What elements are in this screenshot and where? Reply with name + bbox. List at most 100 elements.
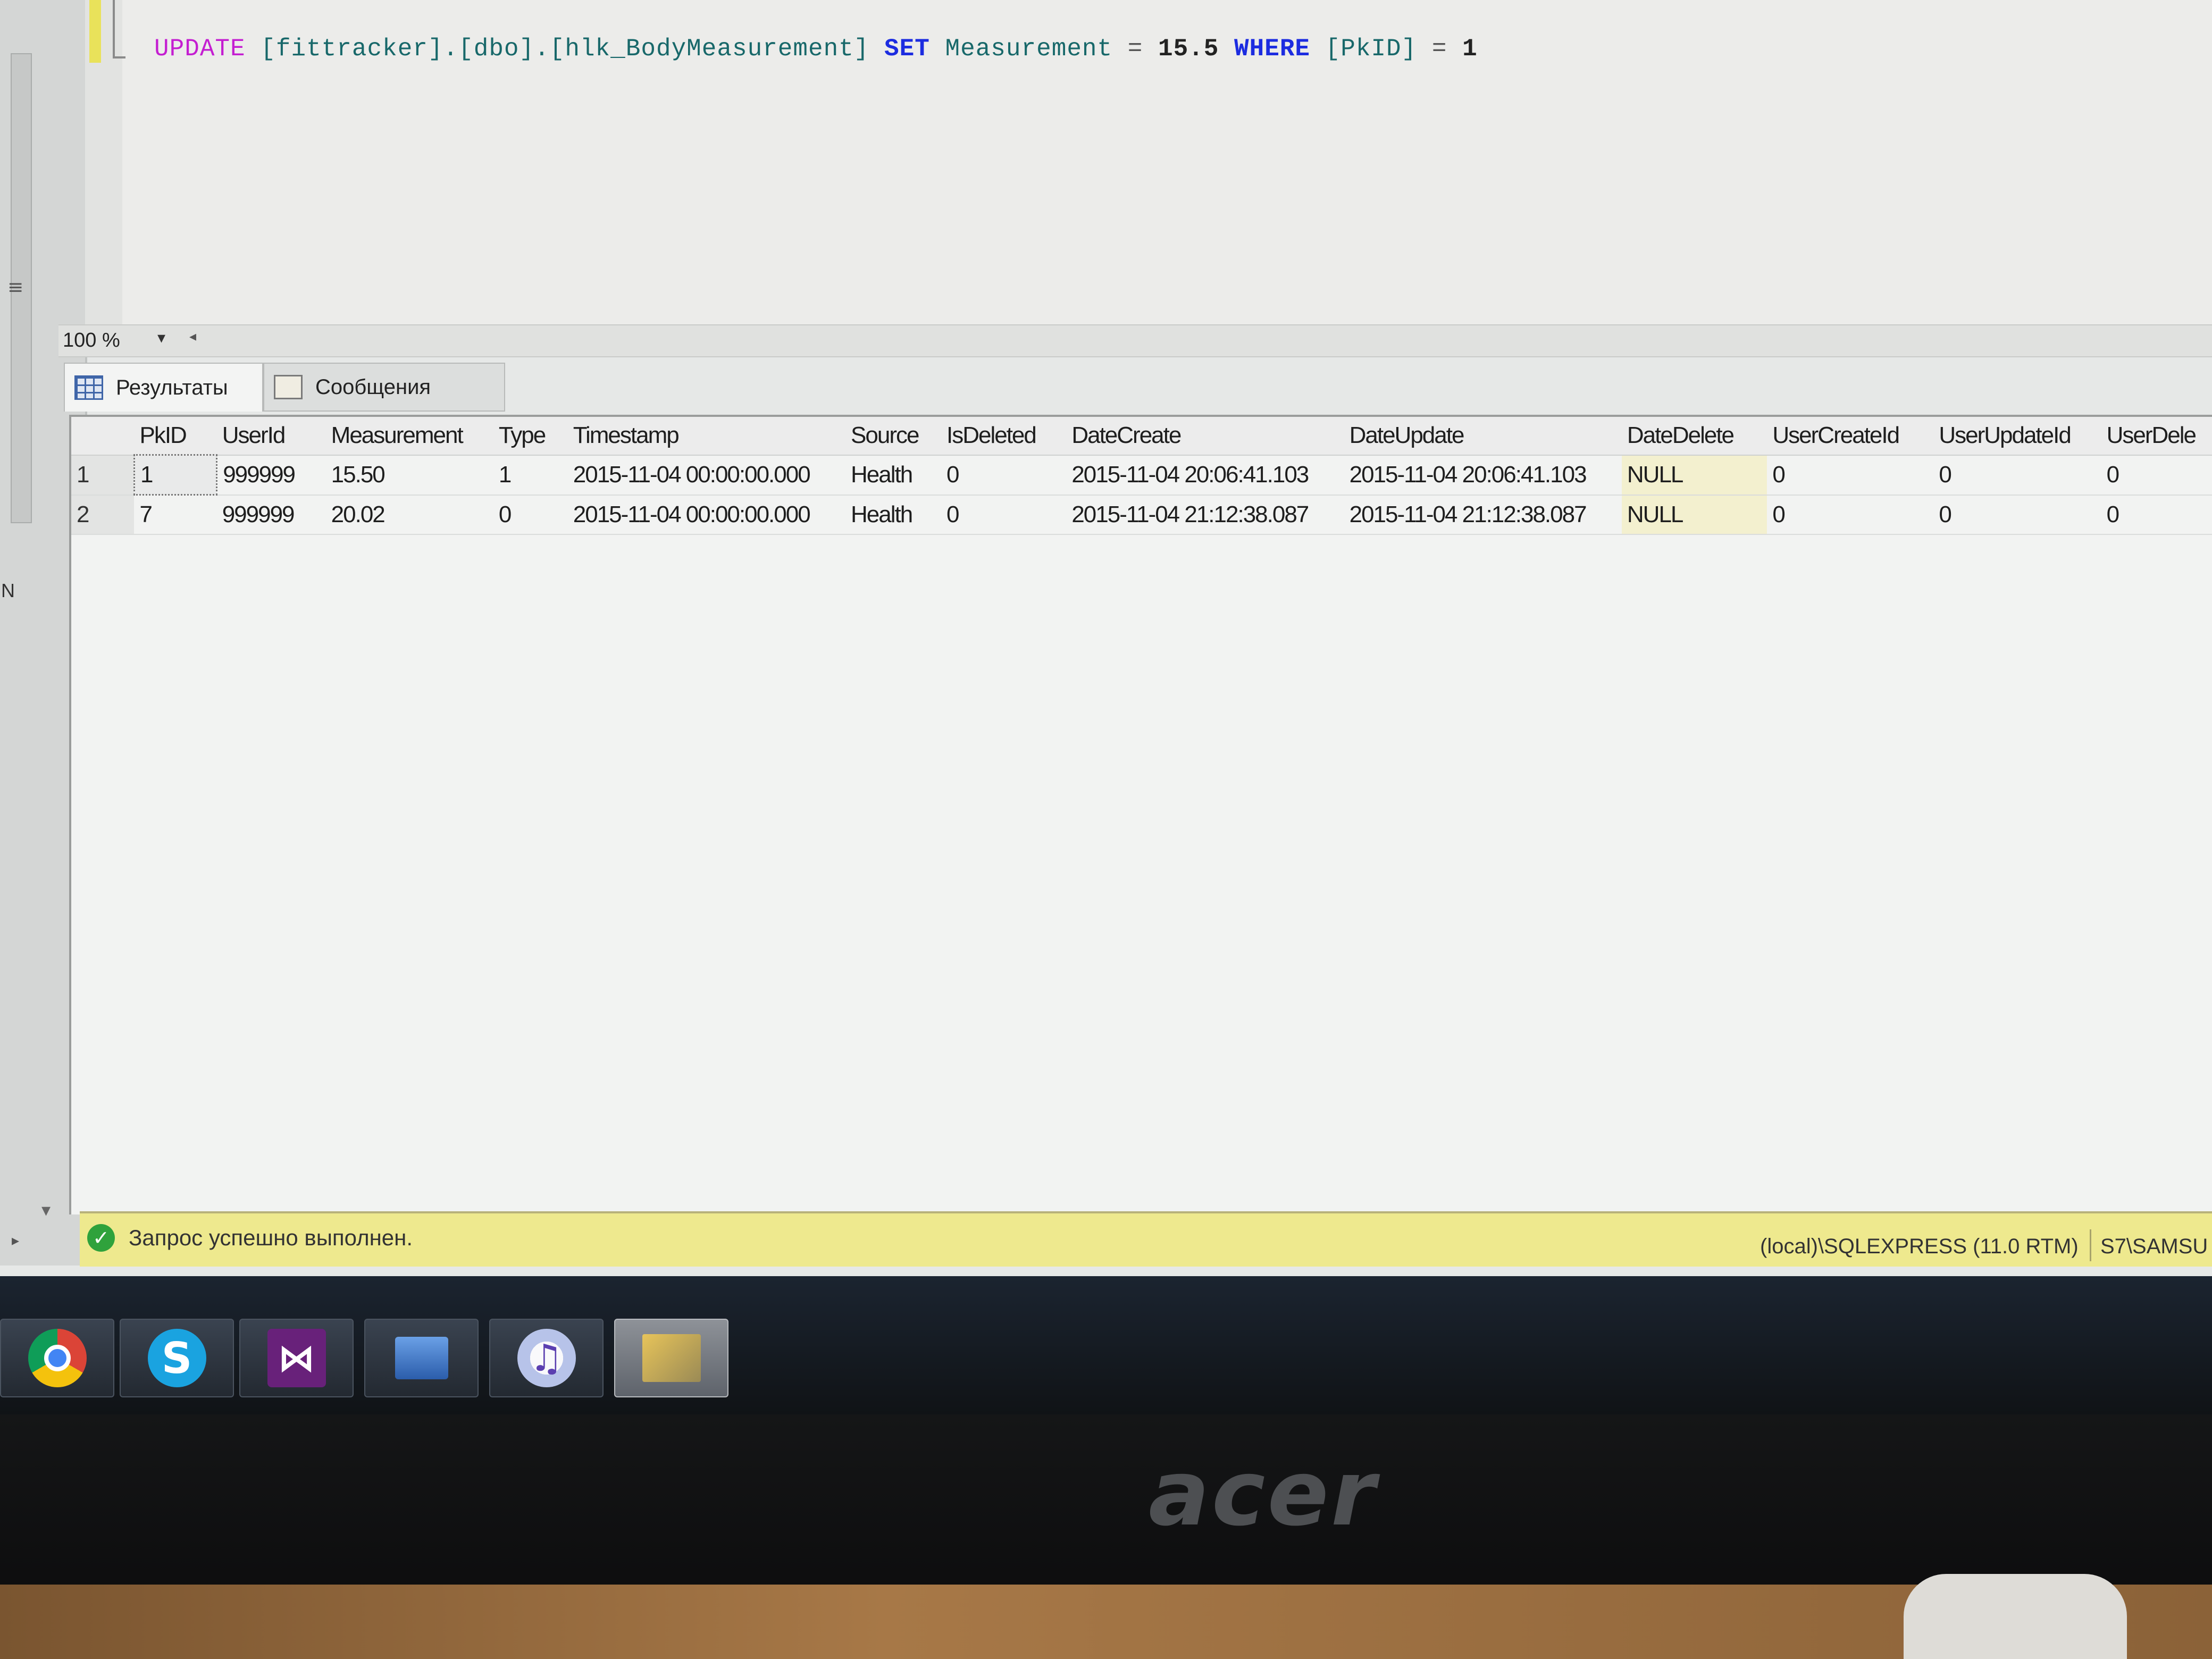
table-cell[interactable]: 2015-11-04 00:00:00.000 [568, 495, 845, 535]
taskbar-remote-desktop-button[interactable] [364, 1319, 479, 1397]
editor-margin [85, 0, 125, 324]
cable-plug [1904, 1574, 2127, 1659]
column-header[interactable]: IsDeleted [941, 417, 1067, 455]
table-cell[interactable]: 0 [2101, 495, 2212, 535]
outline-line [113, 0, 115, 58]
row-number[interactable]: 2 [71, 495, 135, 534]
status-bar: ✓ Запрос успешно выполнен. (local)\SQLEX… [80, 1211, 2212, 1267]
tab-messages-label: Сообщения [315, 375, 431, 399]
sql-statement[interactable]: UPDATE [fittracker].[dbo].[hlk_BodyMeasu… [154, 35, 1478, 63]
table-cell[interactable]: 0 [1767, 495, 1933, 535]
table-row[interactable]: 2 7 999999 20.02 0 2015-11-04 00:00:00.0… [71, 495, 2212, 535]
header-row: PkID UserId Measurement Type Timestamp S… [71, 417, 2212, 455]
column-header[interactable]: Type [493, 417, 568, 455]
table-cell[interactable]: 0 [1767, 455, 1933, 495]
monitor-brand-logo: acer [1149, 1441, 1378, 1546]
desk-surface [0, 1585, 2212, 1659]
taskbar-ssms-button[interactable] [614, 1319, 728, 1397]
table-cell[interactable]: 2015-11-04 20:06:41.103 [1066, 455, 1344, 495]
table-cell[interactable]: 0 [941, 455, 1066, 495]
results-table: PkID UserId Measurement Type Timestamp S… [71, 417, 2212, 535]
success-check-icon: ✓ [87, 1224, 115, 1252]
results-tabs: Результаты Сообщения [58, 363, 2212, 414]
table-cell[interactable]: 0 [2101, 455, 2212, 495]
column-header[interactable]: Timestamp [567, 417, 846, 455]
table-row[interactable]: 1 1 999999 15.50 1 2015-11-04 00:00:00.0… [71, 454, 2212, 496]
visual-studio-icon: ⋈ [267, 1329, 326, 1387]
table-cell[interactable]: 2015-11-04 00:00:00.000 [568, 455, 845, 495]
table-cell[interactable]: 2015-11-04 21:12:38.087 [1066, 495, 1344, 535]
chevron-down-icon[interactable]: ▾ [157, 329, 165, 347]
query-editor[interactable]: UPDATE [fittracker].[dbo].[hlk_BodyMeasu… [85, 0, 2212, 324]
column-header[interactable]: DateUpdate [1344, 417, 1622, 455]
skype-icon: S [147, 1329, 206, 1387]
column-header[interactable]: UserCreateId [1767, 417, 1934, 455]
table-cell[interactable]: 0 [493, 495, 568, 535]
column-header[interactable]: DateCreate [1066, 417, 1344, 455]
table-cell[interactable]: 7 [134, 495, 216, 535]
outline-tick [113, 56, 125, 58]
table-cell[interactable]: 2015-11-04 21:12:38.087 [1344, 495, 1622, 535]
taskbar-skype-button[interactable]: S [120, 1319, 234, 1397]
chrome-icon [28, 1329, 87, 1387]
table-cell[interactable]: 20.02 [326, 495, 493, 535]
monitor-bezel [0, 1414, 2212, 1595]
screen: ≡ N ▾ ▸ UPDATE [fittracker].[dbo].[hlk_B… [0, 0, 2212, 1276]
table-cell[interactable]: 999999 [217, 495, 326, 535]
row-number[interactable]: 1 [71, 455, 135, 495]
scroll-down-arrow-icon[interactable]: ▾ [41, 1200, 51, 1221]
column-header[interactable]: UserUpdateId [1933, 417, 2101, 455]
table-cell[interactable]: 15.50 [326, 455, 493, 495]
scroll-left-icon[interactable]: ◂ [189, 329, 196, 345]
keyword-where: WHERE [1234, 35, 1311, 63]
grid-icon [74, 375, 103, 400]
key-value: 1 [1462, 35, 1478, 63]
user-name: S7\SAMSU [2100, 1235, 2208, 1258]
table-cell[interactable]: 0 [1933, 495, 2101, 535]
zoom-bar: 100 % ▾ ◂ [58, 324, 2212, 357]
expand-arrow-icon[interactable]: ▸ [12, 1231, 19, 1249]
column-header[interactable]: Source [845, 417, 941, 455]
table-cell[interactable]: 1 [133, 454, 218, 496]
column-header[interactable]: UserDele [2101, 417, 2212, 455]
table-cell[interactable]: NULL [1621, 495, 1767, 534]
tab-messages[interactable]: Сообщения [263, 363, 505, 412]
splitter-grip-icon[interactable]: ≡ [7, 276, 29, 298]
column-header[interactable]: DateDelete [1621, 417, 1767, 455]
corner-cell[interactable] [71, 417, 135, 455]
messages-icon [274, 375, 303, 399]
server-name: (local)\SQLEXPRESS (11.0 RTM) [1760, 1235, 2079, 1258]
table-cell[interactable]: NULL [1621, 455, 1767, 495]
table-cell[interactable]: 2015-11-04 20:06:41.103 [1344, 455, 1622, 495]
keyword-set: SET [884, 35, 930, 63]
table-cell[interactable]: Health [845, 455, 941, 495]
status-message: Запрос успешно выполнен. [129, 1225, 413, 1250]
change-indicator [89, 0, 101, 63]
column-header[interactable]: Measurement [325, 417, 493, 455]
column-header[interactable]: PkID [134, 417, 217, 455]
table-cell[interactable]: 0 [1933, 455, 2101, 495]
column-name: Measurement [945, 35, 1113, 63]
column-header[interactable]: UserId [216, 417, 326, 455]
table-cell[interactable]: 1 [493, 455, 568, 495]
remote-desktop-icon [395, 1337, 448, 1379]
sql-management-studio-icon [642, 1334, 701, 1382]
left-panel-fragment: N [1, 580, 15, 601]
tab-results[interactable]: Результаты [64, 363, 263, 412]
zoom-select[interactable]: 100 % [63, 329, 185, 352]
key-column: [PkID] [1325, 35, 1417, 63]
results-grid[interactable]: PkID UserId Measurement Type Timestamp S… [69, 415, 2212, 1214]
taskbar-itunes-button[interactable]: ♫ [489, 1319, 604, 1397]
table-name: [fittracker].[dbo].[hlk_BodyMeasurement] [261, 35, 869, 63]
operator-equals: = [1127, 35, 1143, 63]
table-cell[interactable]: 0 [941, 495, 1066, 535]
operator-equals-2: = [1431, 35, 1447, 63]
table-cell[interactable]: 999999 [217, 455, 326, 495]
taskbar-chrome-button[interactable] [0, 1319, 114, 1397]
keyword-update: UPDATE [154, 35, 246, 63]
status-divider [2090, 1229, 2091, 1261]
taskbar-visual-studio-button[interactable]: ⋈ [239, 1319, 354, 1397]
itunes-icon: ♫ [517, 1329, 576, 1387]
table-cell[interactable]: Health [845, 495, 941, 535]
taskbar: S ⋈ ♫ [0, 1276, 2212, 1414]
